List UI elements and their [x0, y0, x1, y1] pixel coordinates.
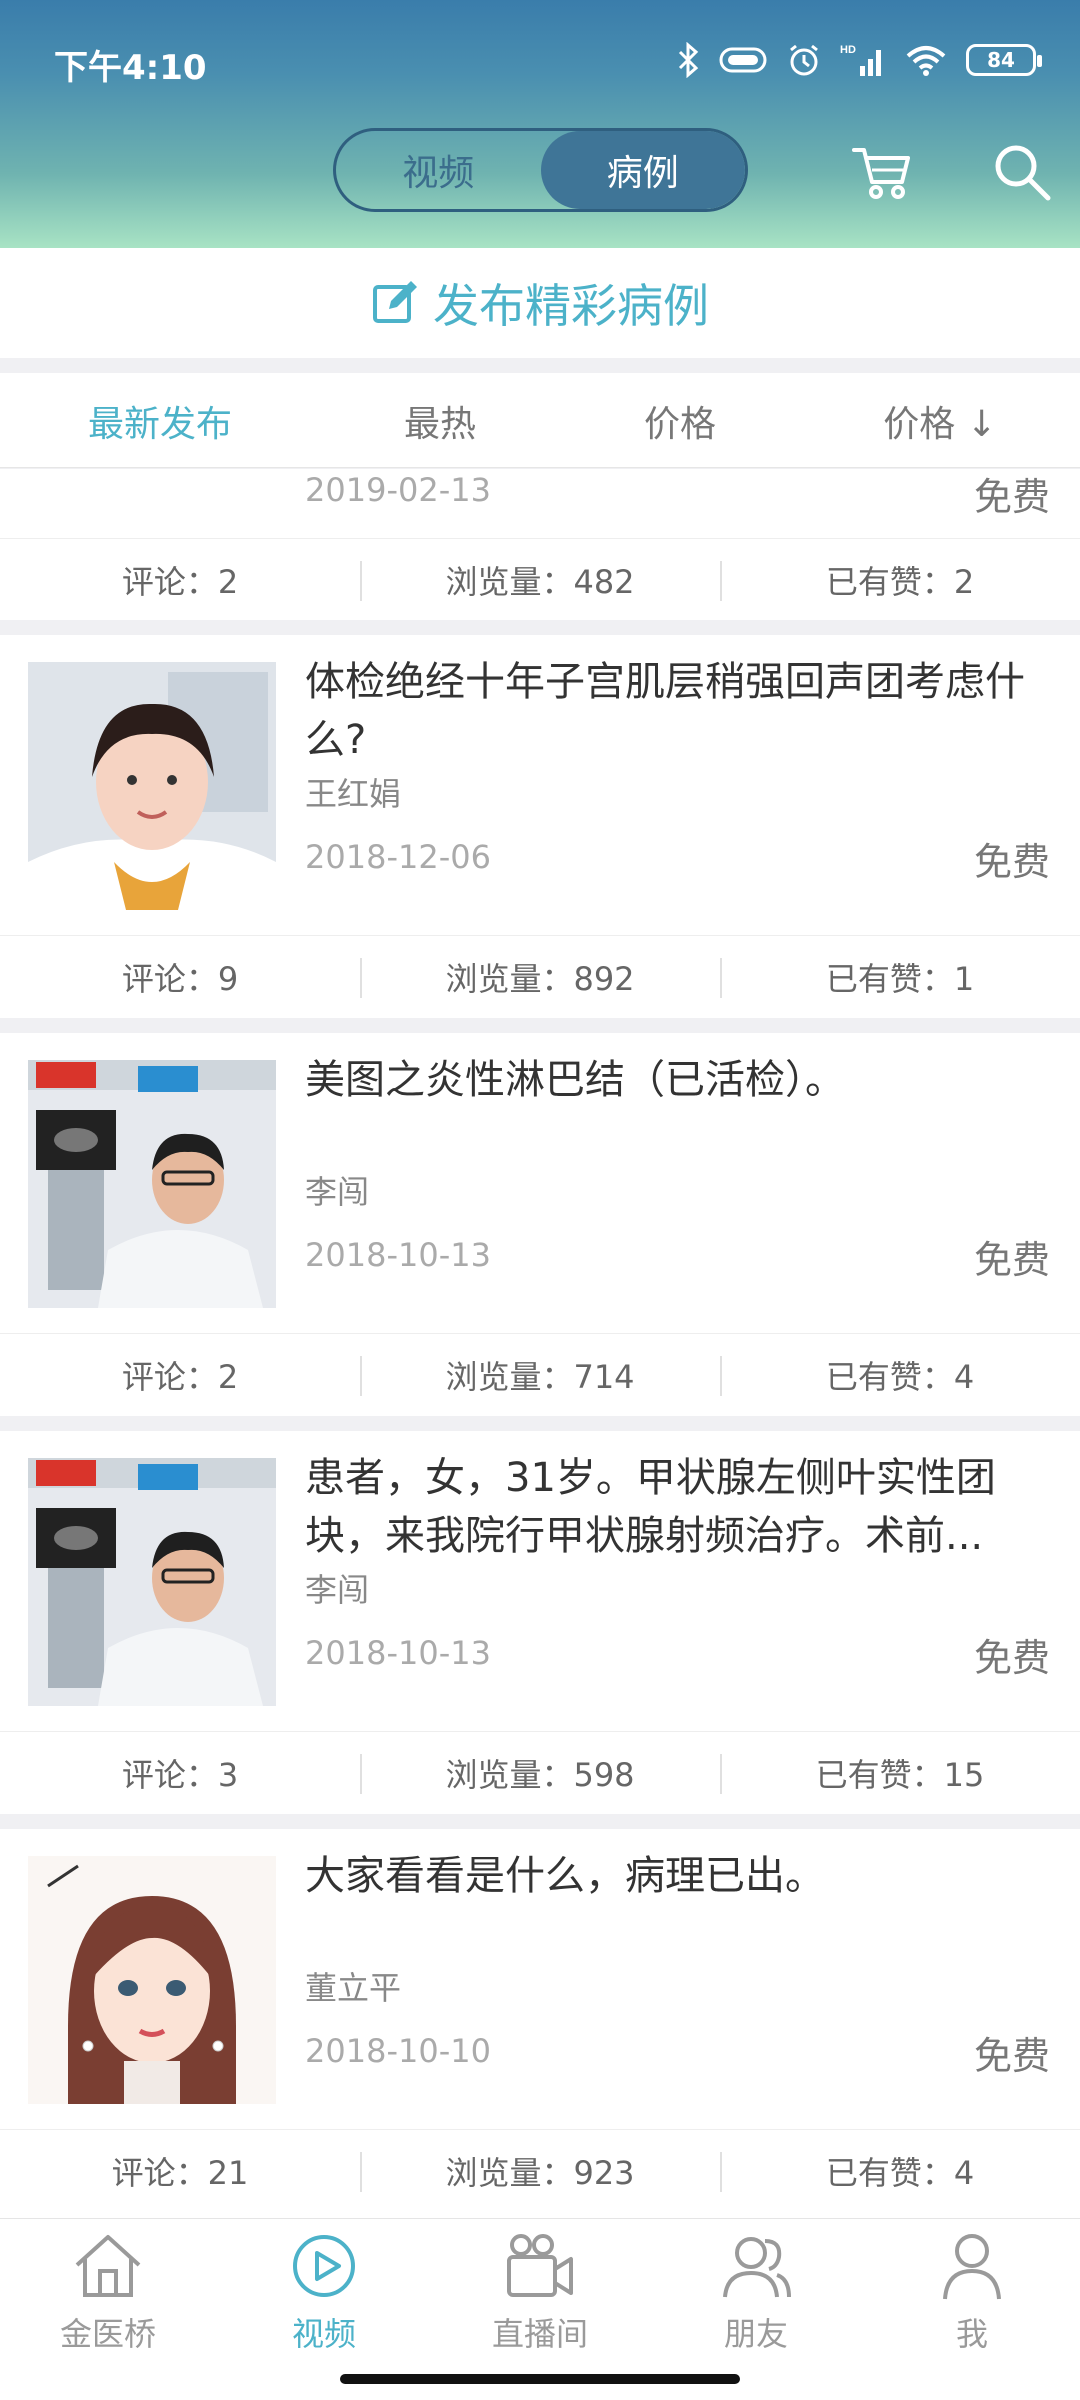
- view-count: 浏览量：892: [360, 936, 720, 1017]
- like-count: 已有赞：2: [720, 539, 1080, 620]
- video-camera-icon: [507, 2234, 573, 2297]
- case-price: 免费: [973, 840, 1050, 884]
- comment-count: 评论：3: [121, 1755, 239, 1794]
- battery-level: 84: [987, 48, 1015, 72]
- like-count: 已有赞：4: [720, 1334, 1080, 1415]
- case-stats: 评论：9 浏览量：892 已有赞：1: [0, 935, 1080, 1017]
- nav-me-label: 我: [955, 2315, 988, 2353]
- sort-price[interactable]: 价格: [580, 373, 780, 468]
- case-thumbnail: [28, 1856, 276, 2104]
- case-thumbnail: [28, 662, 276, 910]
- person-icon: [943, 2234, 1001, 2300]
- publish-case-button[interactable]: 发布精彩病例: [0, 248, 1080, 358]
- case-date: 2018-12-06: [305, 838, 491, 876]
- case-card[interactable]: 大家看看是什么，病理已出。 董立平 2018-10-10 免费 评论：21 浏览…: [0, 1829, 1080, 2219]
- case-date: 2019-02-13: [305, 471, 491, 509]
- case-title: 大家看看是什么，病理已出。: [305, 1853, 825, 1899]
- case-title: 体检绝经十年子宫肌层稍强回声团考虑什么?: [305, 659, 1025, 763]
- case-card[interactable]: 体检绝经十年子宫肌层稍强回声团考虑什么? 王红娟 2018-12-06 免费 评…: [0, 635, 1080, 1018]
- case-title: 美图之炎性淋巴结（已活检）。: [305, 1057, 845, 1103]
- case-author: 王红娟: [305, 775, 402, 813]
- comment-count: 评论：2: [121, 1357, 239, 1396]
- like-count: 已有赞：15: [720, 1732, 1080, 1813]
- view-count: 浏览量：714: [360, 1334, 720, 1415]
- case-price: 免费: [973, 1636, 1050, 1680]
- tab-cases[interactable]: 病例: [540, 131, 745, 209]
- case-date: 2018-10-13: [305, 1236, 491, 1274]
- publish-label: 发布精彩病例: [433, 279, 709, 333]
- case-author: 董立平: [305, 1969, 402, 2007]
- view-count: 浏览量：598: [360, 1732, 720, 1813]
- bottom-navigation: 金医桥 视频 直播间 朋友 我: [0, 2218, 1080, 2400]
- view-count: 浏览量：482: [360, 539, 720, 620]
- case-thumbnail: [28, 1060, 276, 1308]
- case-price: 免费: [973, 1238, 1050, 1282]
- nav-live-label: 直播间: [491, 2315, 588, 2353]
- case-stats: 评论：21 浏览量：923 已有赞：4: [0, 2129, 1080, 2211]
- nav-me[interactable]: 我: [864, 2227, 1080, 2367]
- sort-latest[interactable]: 最新发布: [40, 373, 280, 468]
- case-card[interactable]: 美图之炎性淋巴结（已活检）。 李闯 2018-10-13 免费 评论：2 浏览量…: [0, 1033, 1080, 1416]
- status-icons: HD 84: [676, 40, 1042, 80]
- case-date: 2018-10-13: [305, 1634, 491, 1672]
- friends-icon: [723, 2237, 791, 2298]
- cart-icon[interactable]: [850, 140, 914, 204]
- case-stats: 评论：2 浏览量：482 已有赞：2: [0, 538, 1080, 620]
- case-author: 李闯: [305, 1571, 370, 1609]
- search-icon[interactable]: [990, 140, 1054, 204]
- tab-video[interactable]: 视频: [336, 131, 541, 209]
- content-type-switcher: 视频 病例: [333, 128, 748, 212]
- case-date: 2018-10-10: [305, 2032, 491, 2070]
- nav-video[interactable]: 视频: [216, 2227, 432, 2367]
- signal-icon: HD: [840, 44, 881, 76]
- sort-hottest[interactable]: 最热: [340, 373, 540, 468]
- play-icon: [293, 2235, 355, 2297]
- status-time: 下午4:10: [54, 48, 207, 88]
- case-card[interactable]: 患者，女，31岁。甲状腺左侧叶实性团块，来我院行甲状腺射频治疗。术前... 李闯…: [0, 1431, 1080, 1814]
- sort-tabs: 最新发布 最热 价格 价格 ↓: [0, 373, 1080, 468]
- case-stats: 评论：3 浏览量：598 已有赞：15: [0, 1731, 1080, 1813]
- bluetooth-icon: [678, 42, 699, 78]
- case-author: 李闯: [305, 1173, 370, 1211]
- case-title: 患者，女，31岁。甲状腺左侧叶实性团块，来我院行甲状腺射频治疗。术前...: [305, 1455, 996, 1559]
- home-indicator[interactable]: [340, 2374, 740, 2384]
- wifi-icon: [906, 46, 946, 76]
- case-card[interactable]: 2019-02-13 免费 评论：2 浏览量：482 已有赞：2: [0, 469, 1080, 620]
- case-stats: 评论：2 浏览量：714 已有赞：4: [0, 1333, 1080, 1415]
- nav-home-label: 金医桥: [59, 2315, 156, 2353]
- comment-count: 评论：21: [111, 2153, 249, 2192]
- comment-count: 评论：9: [121, 959, 239, 998]
- case-price: 免费: [973, 2034, 1050, 2078]
- nav-live[interactable]: 直播间: [432, 2227, 648, 2367]
- sort-price-desc[interactable]: 价格 ↓: [840, 373, 1040, 468]
- nav-home[interactable]: 金医桥: [0, 2227, 216, 2367]
- case-price: 免费: [973, 475, 1050, 519]
- like-count: 已有赞：4: [720, 2130, 1080, 2211]
- nav-friends-label: 朋友: [723, 2315, 788, 2353]
- case-list: 2019-02-13 免费 评论：2 浏览量：482 已有赞：2 体检绝经十年子…: [0, 469, 1080, 2219]
- edit-icon: [373, 281, 417, 323]
- status-bar: 下午4:10 HD 84: [0, 0, 1080, 95]
- battery-indicator: 84: [966, 44, 1042, 76]
- vibrate-icon: [719, 47, 767, 73]
- home-icon: [75, 2235, 141, 2297]
- case-thumbnail: [28, 1458, 276, 1706]
- comment-count: 评论：2: [121, 562, 239, 601]
- nav-video-label: 视频: [291, 2315, 356, 2353]
- app-header: 下午4:10 HD 84 视频 病例: [0, 0, 1080, 248]
- alarm-icon: [790, 44, 818, 76]
- view-count: 浏览量：923: [360, 2130, 720, 2211]
- svg-text:HD: HD: [840, 44, 856, 56]
- nav-friends[interactable]: 朋友: [648, 2227, 864, 2367]
- like-count: 已有赞：1: [720, 936, 1080, 1017]
